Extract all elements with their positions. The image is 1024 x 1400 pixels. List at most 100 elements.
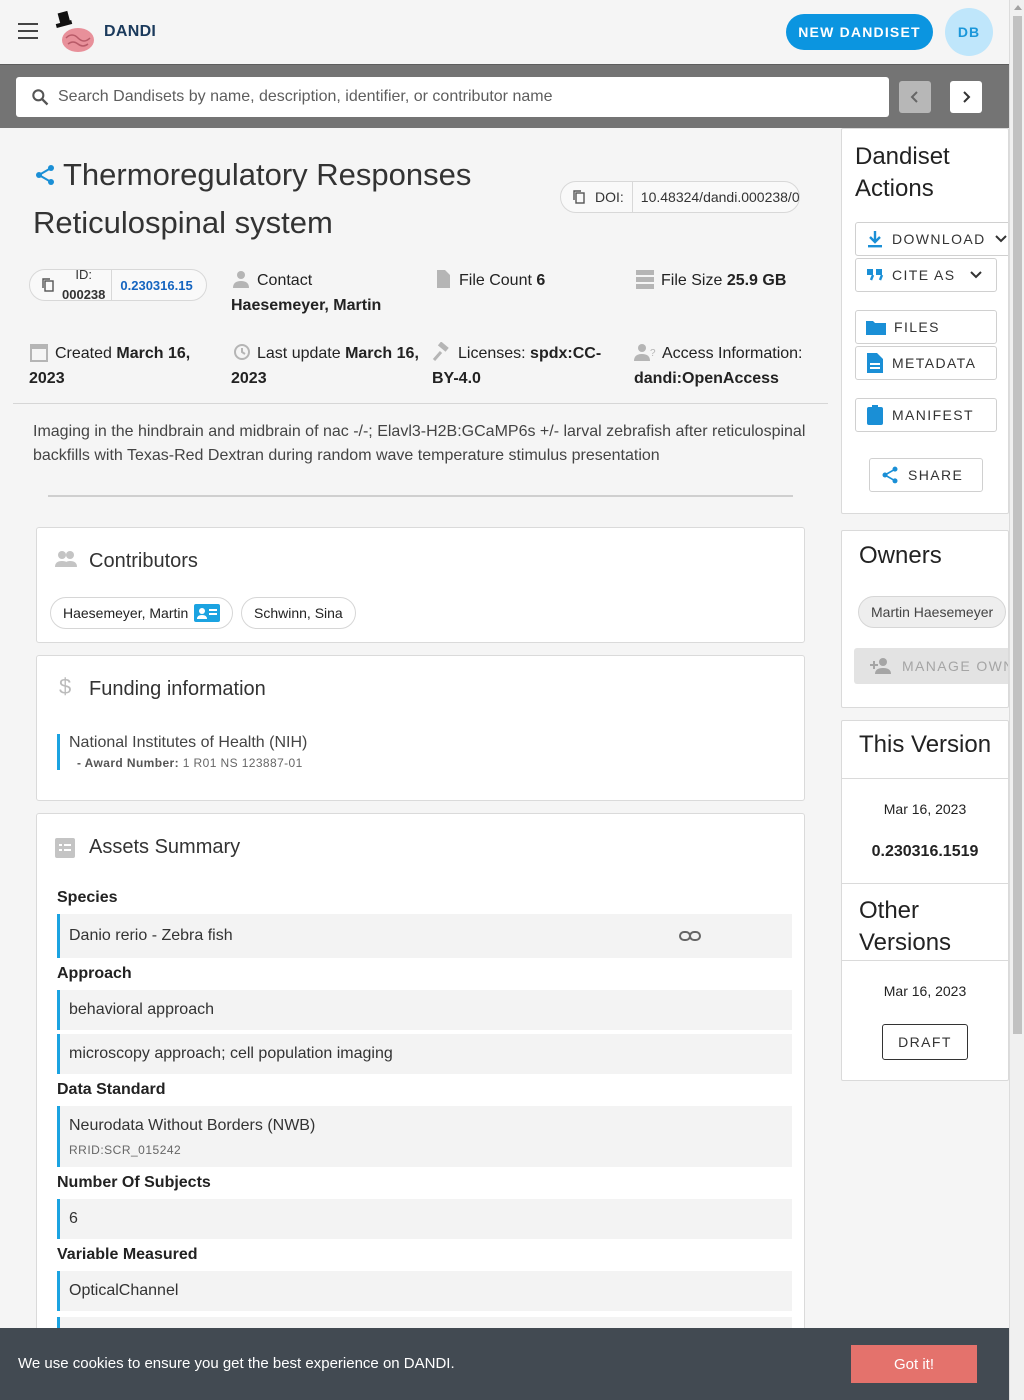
approach-label: Approach xyxy=(57,965,132,982)
dandiset-description: Imaging in the hindbrain and midbrain of… xyxy=(33,423,806,464)
copy-icon[interactable] xyxy=(40,277,56,293)
history-icon xyxy=(234,344,250,360)
cite-as-button[interactable]: CITE AS xyxy=(855,258,997,292)
share-icon xyxy=(882,466,898,484)
add-person-icon xyxy=(870,658,891,674)
subjects-row: 6 xyxy=(57,1199,792,1239)
divider xyxy=(48,495,793,497)
owners-title: Owners xyxy=(859,542,942,569)
version-label[interactable]: 0.230316.15 xyxy=(112,278,192,293)
folder-icon xyxy=(866,321,886,335)
identifier-text: ID: 000238 xyxy=(62,267,106,302)
actions-title: Dandiset Actions xyxy=(855,143,950,202)
files-button[interactable]: FILES xyxy=(855,310,997,344)
other-version-date: Mar 16, 2023 xyxy=(883,983,967,999)
new-dandiset-button[interactable]: NEW DANDISET xyxy=(786,14,933,50)
quote-icon xyxy=(867,269,884,281)
number-of-subjects-label: Number Of Subjects xyxy=(57,1174,211,1191)
search-box xyxy=(16,77,889,117)
contributor-chip[interactable]: Haesemeyer, Martin xyxy=(50,597,234,629)
cookie-banner: We use cookies to ensure you get the bes… xyxy=(0,1328,1009,1400)
download-button[interactable]: DOWNLOAD xyxy=(855,222,1008,256)
contributor-chip[interactable]: Schwinn, Sina xyxy=(241,597,356,629)
cookie-accept-button[interactable]: Got it! xyxy=(851,1345,977,1383)
file-count: File Count 6 xyxy=(433,268,623,293)
doi-label: DOI: xyxy=(595,189,624,205)
this-version-title: This Version xyxy=(859,731,992,758)
chevron-left-icon xyxy=(910,91,918,103)
user-avatar[interactable]: DB xyxy=(945,8,993,56)
assets-summary-card: Assets Summary Species Danio rerio - Zeb… xyxy=(36,813,805,1353)
scroll-up-icon[interactable] xyxy=(1014,5,1022,10)
chevron-right-icon xyxy=(963,91,971,103)
gavel-icon xyxy=(432,342,449,361)
variable-row: OpticalChannel xyxy=(57,1271,792,1311)
funding-item: National Institutes of Health (NIH) - Aw… xyxy=(57,734,357,770)
brand-name[interactable]: DANDI xyxy=(104,23,156,41)
people-icon xyxy=(55,551,77,567)
this-version-number[interactable]: 0.230316.1519 xyxy=(842,843,1008,861)
dandiset-actions-card: Dandiset Actions DOWNLOAD CITE AS FILES … xyxy=(841,128,1009,514)
species-label: Species xyxy=(57,889,118,906)
search-bar-strip xyxy=(0,64,1009,128)
owners-card: Owners Martin Haesemeyer MANAGE OWNERS xyxy=(841,530,1009,708)
contact-card-icon xyxy=(194,604,221,622)
divider xyxy=(842,960,1008,961)
next-page-button[interactable] xyxy=(950,81,982,113)
manage-owners-button[interactable]: MANAGE OWNERS xyxy=(854,648,1008,684)
page-scrollbar[interactable] xyxy=(1009,0,1024,1400)
clipboard-list-icon xyxy=(55,838,75,858)
draft-version-button[interactable]: DRAFT xyxy=(882,1024,968,1060)
approach-row: behavioral approach xyxy=(57,990,792,1030)
last-update-date: Last update March 16, 2023 xyxy=(231,341,421,391)
copy-icon[interactable] xyxy=(571,189,587,205)
person-icon xyxy=(233,271,249,288)
share-button[interactable]: SHARE xyxy=(869,458,983,492)
created-date: Created March 16, 2023 xyxy=(29,341,219,391)
owner-chip[interactable]: Martin Haesemeyer xyxy=(858,596,1007,628)
calendar-icon xyxy=(30,344,48,362)
previous-page-button[interactable] xyxy=(899,81,931,113)
funding-title: Funding information xyxy=(89,678,266,700)
divider xyxy=(13,403,828,404)
dandiset-title: Thermoregulatory Responses Reticulospina… xyxy=(33,151,553,247)
doi-chip[interactable]: DOI: 10.48324/dandi.000238/0.230316.1519 xyxy=(560,181,800,213)
share-icon[interactable] xyxy=(33,163,57,187)
menu-icon[interactable] xyxy=(17,22,39,40)
dandiset-title-text: Thermoregulatory Responses Reticulospina… xyxy=(33,157,472,240)
search-icon xyxy=(32,89,49,106)
species-row: Danio rerio - Zebra fish xyxy=(57,914,792,958)
link-icon[interactable] xyxy=(679,927,701,945)
chevron-down-icon xyxy=(970,271,983,279)
person-help-icon: ? xyxy=(634,344,656,361)
other-versions-title: Other Versions xyxy=(859,897,952,956)
download-icon xyxy=(868,231,882,248)
contributors-title: Contributors xyxy=(89,550,198,572)
cookie-message: We use cookies to ensure you get the bes… xyxy=(18,1355,455,1372)
contact-info: Contact Haesemeyer, Martin xyxy=(231,268,421,318)
award-number: - Award Number: 1 R01 NS 123887-01 xyxy=(77,756,303,770)
dandi-logo[interactable] xyxy=(52,10,98,54)
data-standard-row: Neurodata Without Borders (NWB) RRID:SCR… xyxy=(57,1106,792,1167)
manifest-button[interactable]: MANIFEST xyxy=(855,398,997,432)
this-version-date: Mar 16, 2023 xyxy=(883,801,967,817)
scrollbar-thumb[interactable] xyxy=(1013,16,1022,1034)
app-bar: DANDI NEW DANDISET DB xyxy=(0,0,1009,64)
document-icon xyxy=(867,353,883,373)
file-icon xyxy=(437,270,450,288)
identifier-chip[interactable]: ID: 000238 0.230316.15 xyxy=(29,267,207,302)
dollar-icon: $ xyxy=(59,674,72,699)
funding-card: $ Funding information National Institute… xyxy=(36,655,805,801)
funder-name: National Institutes of Health (NIH) xyxy=(69,734,308,751)
search-input[interactable] xyxy=(58,88,858,106)
data-standard-label: Data Standard xyxy=(57,1081,166,1098)
divider xyxy=(842,883,1008,884)
doi-value[interactable]: 10.48324/dandi.000238/0.230316.1519 xyxy=(633,189,799,205)
versions-card: This Version Mar 16, 2023 0.230316.1519 … xyxy=(841,720,1009,1081)
access-information: ? Access Information: dandi:OpenAccess xyxy=(634,341,819,391)
file-size: File Size 25.9 GB xyxy=(635,268,815,293)
clipboard-icon xyxy=(867,405,883,425)
metadata-button[interactable]: METADATA xyxy=(855,346,997,380)
variable-measured-label: Variable Measured xyxy=(57,1246,198,1263)
contributors-card: Contributors Haesemeyer, Martin Schwinn,… xyxy=(36,527,805,643)
